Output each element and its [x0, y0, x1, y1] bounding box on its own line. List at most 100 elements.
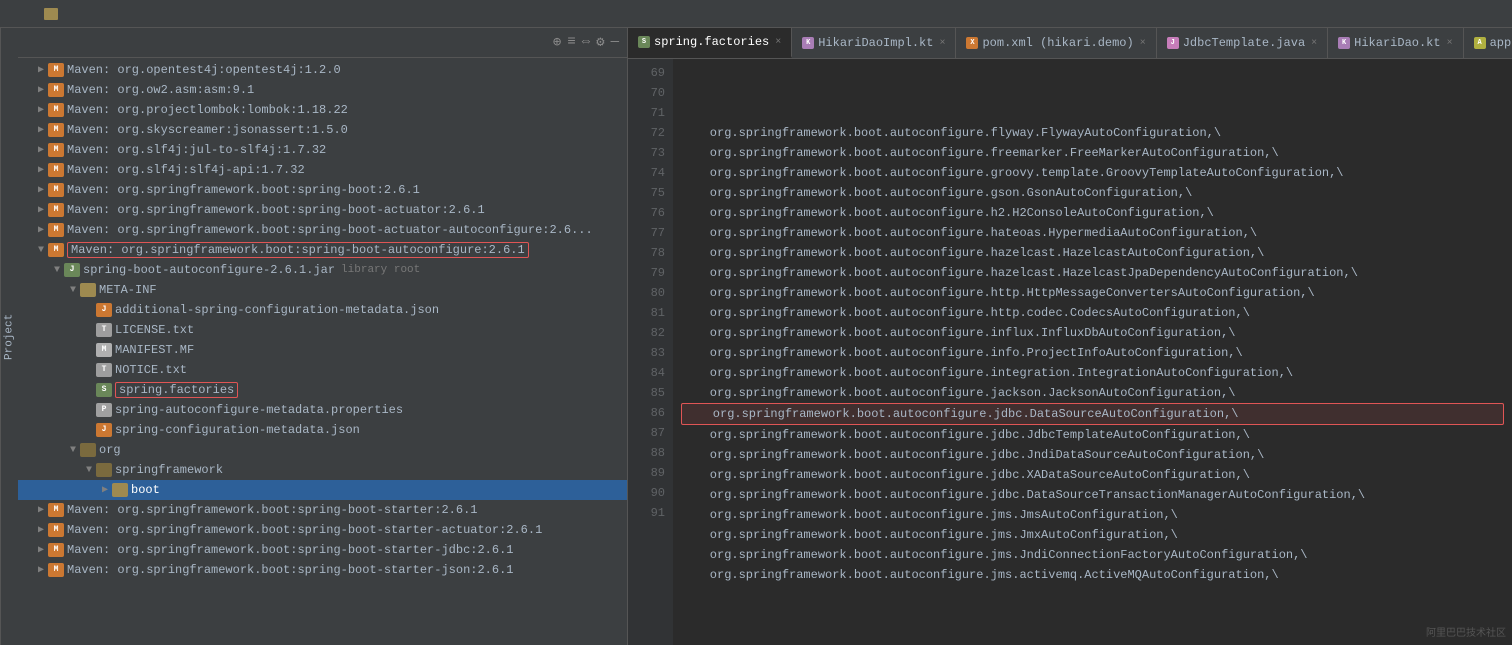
tree-item-maven-spring-boot[interactable]: ▶MMaven: org.springframework.boot:spring…	[18, 180, 627, 200]
code-line-88: org.springframework.boot.autoconfigure.j…	[681, 505, 1504, 525]
tree-item-maven-spring-boot-starter-json[interactable]: ▶MMaven: org.springframework.boot:spring…	[18, 560, 627, 580]
code-line-74: org.springframework.boot.autoconfigure.h…	[681, 223, 1504, 243]
settings-icon[interactable]: ⚙	[596, 34, 604, 51]
tree-item-boot-folder[interactable]: ▶boot	[18, 480, 627, 500]
tab-close-jdbc-template[interactable]: ×	[1311, 38, 1317, 49]
code-line-82: org.springframework.boot.autoconfigure.j…	[681, 383, 1504, 403]
tree-icon-maven-spring-boot-starter: M	[48, 503, 64, 517]
tree-arrow-maven-spring-boot-starter-actuator[interactable]: ▶	[34, 524, 48, 536]
tree-arrow-maven-slf4j-api[interactable]: ▶	[34, 164, 48, 176]
tree-label-maven-spring-boot: Maven: org.springframework.boot:spring-b…	[67, 183, 420, 197]
tree-label-org-folder: org	[99, 443, 121, 457]
tree-arrow-maven-opentest4j[interactable]: ▶	[34, 64, 48, 76]
code-content[interactable]: org.springframework.boot.autoconfigure.f…	[673, 59, 1512, 645]
tree-item-maven-spring-boot-actuator-auto[interactable]: ▶MMaven: org.springframework.boot:spring…	[18, 220, 627, 240]
tree-arrow-org-folder[interactable]: ▼	[66, 445, 80, 456]
tree-arrow-maven-ow2asm[interactable]: ▶	[34, 84, 48, 96]
tree-item-maven-spring-boot-starter[interactable]: ▶MMaven: org.springframework.boot:spring…	[18, 500, 627, 520]
line-number-82: 82	[628, 323, 665, 343]
line-number-83: 83	[628, 343, 665, 363]
line-numbers: 6970717273747576777879808182838485868788…	[628, 59, 673, 645]
tab-close-spring-factories[interactable]: ×	[775, 37, 781, 48]
tab-label-hikari-dao-impl: HikariDaoImpl.kt	[818, 36, 933, 50]
tree-item-maven-spring-boot-autoconfigure[interactable]: ▼MMaven: org.springframework.boot:spring…	[18, 240, 627, 260]
tree-label-maven-spring-boot-actuator-auto: Maven: org.springframework.boot:spring-b…	[67, 223, 593, 237]
tree-icon-maven-spring-boot-actuator: M	[48, 203, 64, 217]
tree-item-license[interactable]: TLICENSE.txt	[18, 320, 627, 340]
tree-item-maven-opentest4j[interactable]: ▶MMaven: org.opentest4j:opentest4j:1.2.0	[18, 60, 627, 80]
tree-item-maven-spring-boot-actuator[interactable]: ▶MMaven: org.springframework.boot:spring…	[18, 200, 627, 220]
code-line-85: org.springframework.boot.autoconfigure.j…	[681, 445, 1504, 465]
line-number-74: 74	[628, 163, 665, 183]
tree-item-spring-config-meta[interactable]: Jspring-configuration-metadata.json	[18, 420, 627, 440]
tree-item-jar-root[interactable]: ▼Jspring-boot-autoconfigure-2.6.1.jar li…	[18, 260, 627, 280]
code-line-75: org.springframework.boot.autoconfigure.h…	[681, 243, 1504, 263]
tree-arrow-maven-slf4j-to-slf4j[interactable]: ▶	[34, 144, 48, 156]
tree-icon-maven-spring-boot-starter-actuator: M	[48, 523, 64, 537]
tree-arrow-jar-root[interactable]: ▼	[50, 265, 64, 276]
tree-label-maven-spring-boot-autoconfigure: Maven: org.springframework.boot:spring-b…	[67, 242, 529, 258]
tree-arrow-meta-inf[interactable]: ▼	[66, 285, 80, 296]
tree-arrow-maven-spring-boot-autoconfigure[interactable]: ▼	[34, 245, 48, 256]
tab-spring-factories[interactable]: Sspring.factories×	[628, 28, 792, 58]
tree-item-maven-spring-boot-starter-actuator[interactable]: ▶MMaven: org.springframework.boot:spring…	[18, 520, 627, 540]
tree-item-maven-slf4j-to-slf4j[interactable]: ▶MMaven: org.slf4j:jul-to-slf4j:1.7.32	[18, 140, 627, 160]
tree-label-notice: NOTICE.txt	[115, 363, 187, 377]
tree-icon-manifest: M	[96, 343, 112, 357]
tree-item-maven-lombok[interactable]: ▶MMaven: org.projectlombok:lombok:1.18.2…	[18, 100, 627, 120]
line-number-73: 73	[628, 143, 665, 163]
main-container: Project ⊕ ≡ ⇔ ⚙ — ▶MMaven: org.opentest4…	[0, 28, 1512, 645]
tree-icon-spring-auto-meta: P	[96, 403, 112, 417]
expand-icon[interactable]: ⇔	[582, 34, 590, 51]
tree-arrow-springframework-folder[interactable]: ▼	[82, 465, 96, 476]
minimize-icon[interactable]: —	[611, 34, 619, 51]
code-line-87: org.springframework.boot.autoconfigure.j…	[681, 485, 1504, 505]
line-number-78: 78	[628, 243, 665, 263]
code-line-77: org.springframework.boot.autoconfigure.h…	[681, 283, 1504, 303]
align-icon[interactable]: ≡	[567, 34, 575, 51]
tree-arrow-maven-spring-boot-starter-jdbc[interactable]: ▶	[34, 544, 48, 556]
tree-item-meta-inf[interactable]: ▼META-INF	[18, 280, 627, 300]
tab-bar: Sspring.factories×KHikariDaoImpl.kt×Xpom…	[628, 28, 1512, 59]
tree-arrow-maven-spring-boot-actuator-auto[interactable]: ▶	[34, 224, 48, 236]
tree-arrow-maven-spring-boot-starter[interactable]: ▶	[34, 504, 48, 516]
tab-close-hikari-dao-impl[interactable]: ×	[939, 38, 945, 49]
line-number-84: 84	[628, 363, 665, 383]
tab-pom-xml[interactable]: Xpom.xml (hikari.demo)×	[956, 28, 1156, 58]
project-panel: ⊕ ≡ ⇔ ⚙ — ▶MMaven: org.opentest4j:opente…	[18, 28, 628, 645]
tree-item-notice[interactable]: TNOTICE.txt	[18, 360, 627, 380]
line-number-75: 75	[628, 183, 665, 203]
tree-label-maven-opentest4j: Maven: org.opentest4j:opentest4j:1.2.0	[67, 63, 341, 77]
tree-arrow-maven-spring-boot-starter-json[interactable]: ▶	[34, 564, 48, 576]
tab-hikari-dao[interactable]: KHikariDao.kt×	[1328, 28, 1463, 58]
tree-arrow-maven-jsonassert[interactable]: ▶	[34, 124, 48, 136]
tree-item-maven-spring-boot-starter-jdbc[interactable]: ▶MMaven: org.springframework.boot:spring…	[18, 540, 627, 560]
tree-icon-maven-slf4j-api: M	[48, 163, 64, 177]
tree-item-org-folder[interactable]: ▼ org	[18, 440, 627, 460]
tree-item-additional-config[interactable]: Jadditional-spring-configuration-metadat…	[18, 300, 627, 320]
panel-icons: ⊕ ≡ ⇔ ⚙ —	[553, 34, 619, 51]
tree-item-maven-ow2asm[interactable]: ▶MMaven: org.ow2.asm:asm:9.1	[18, 80, 627, 100]
tree-label-jar-root: spring-boot-autoconfigure-2.6.1.jar	[83, 263, 335, 277]
tree-arrow-boot-folder[interactable]: ▶	[98, 484, 112, 496]
tree-item-spring-auto-meta[interactable]: Pspring-autoconfigure-metadata.propertie…	[18, 400, 627, 420]
tab-close-hikari-dao[interactable]: ×	[1447, 38, 1453, 49]
tab-jdbc-template[interactable]: JJdbcTemplate.java×	[1157, 28, 1328, 58]
tree-item-spring-factories[interactable]: Sspring.factories	[18, 380, 627, 400]
code-line-81: org.springframework.boot.autoconfigure.i…	[681, 363, 1504, 383]
tree-item-maven-slf4j-api[interactable]: ▶MMaven: org.slf4j:slf4j-api:1.7.32	[18, 160, 627, 180]
tree-arrow-maven-spring-boot[interactable]: ▶	[34, 184, 48, 196]
tree-arrow-maven-lombok[interactable]: ▶	[34, 104, 48, 116]
tab-icon-pom-xml: X	[966, 37, 978, 49]
tab-close-pom-xml[interactable]: ×	[1140, 38, 1146, 49]
tree-icon-maven-jsonassert: M	[48, 123, 64, 137]
tree-item-manifest[interactable]: MMANIFEST.MF	[18, 340, 627, 360]
tab-hikari-dao-impl[interactable]: KHikariDaoImpl.kt×	[792, 28, 956, 58]
tab-application-prop[interactable]: Aapplication.pro...×	[1464, 28, 1512, 58]
locate-icon[interactable]: ⊕	[553, 34, 561, 51]
tree-arrow-maven-spring-boot-actuator[interactable]: ▶	[34, 204, 48, 216]
tree-item-springframework-folder[interactable]: ▼springframework	[18, 460, 627, 480]
tree-item-maven-jsonassert[interactable]: ▶MMaven: org.skyscreamer:jsonassert:1.5.…	[18, 120, 627, 140]
tab-label-application-prop: application.pro...	[1490, 36, 1512, 50]
tree-container: ▶MMaven: org.opentest4j:opentest4j:1.2.0…	[18, 58, 627, 645]
